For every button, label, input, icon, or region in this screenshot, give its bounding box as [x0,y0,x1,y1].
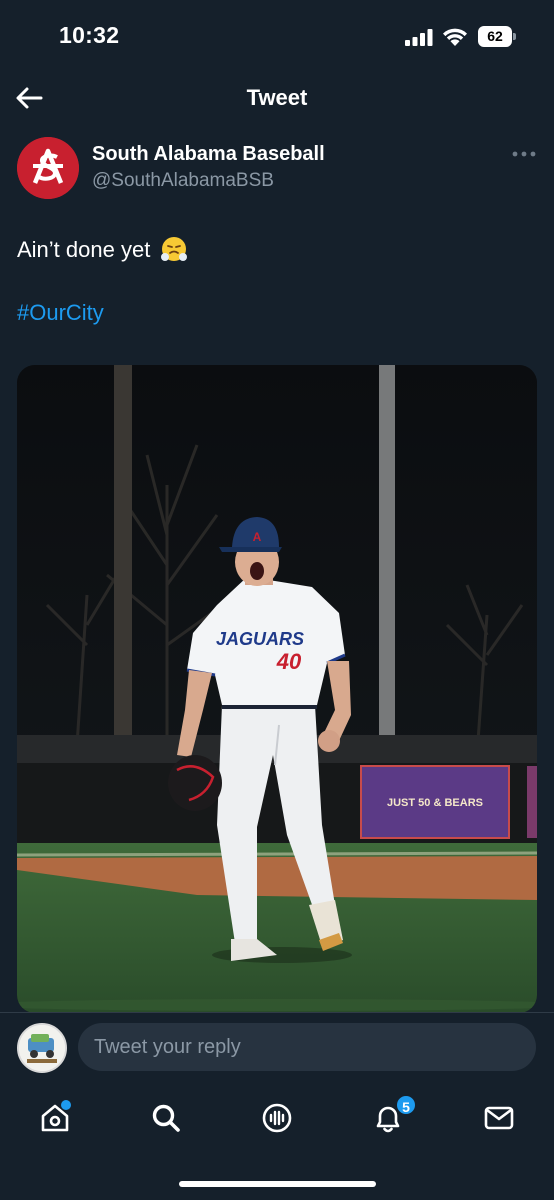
search-icon [152,1104,180,1132]
face-with-steam-icon [161,237,188,261]
hashtag-link[interactable]: #OurCity [17,300,104,326]
nav-home[interactable] [31,1096,79,1140]
battery-tip [513,33,516,40]
status-time: 10:32 [59,22,120,48]
nav-spaces[interactable] [253,1096,301,1140]
battery-indicator: 62 [478,26,516,47]
header: Tweet [0,74,554,122]
outfield-banner-text: JUST 50 & BEARS [387,797,483,809]
messages-icon [484,1106,514,1130]
battery-level: 62 [478,26,512,47]
bottom-nav: 5 [0,1084,554,1200]
more-options-icon[interactable] [510,144,538,164]
author-handle[interactable]: @SouthAlabamaBSB [92,170,274,192]
user-avatar-image [19,1025,65,1071]
user-avatar[interactable] [17,1023,67,1073]
jersey-number: 40 [276,649,302,674]
nav-messages[interactable] [475,1096,523,1140]
nav-notifications[interactable]: 5 [364,1094,417,1140]
tweet-body: Ain’t done yet [17,237,151,262]
south-alabama-logo-icon [17,137,79,199]
tweet-text: Ain’t done yet [17,233,188,267]
home-indicator [179,1181,376,1187]
status-bar: 10:32 62 [0,0,554,74]
page-title: Tweet [246,85,308,110]
svg-text:A: A [253,530,262,544]
reply-input[interactable] [78,1023,536,1071]
tweet-photo[interactable]: JUST 50 & BEARS JAGUARS 40 A [17,365,537,1013]
baseball-pitcher-photo: JUST 50 & BEARS JAGUARS 40 A [17,365,537,1013]
author-name[interactable]: South Alabama Baseball [92,143,325,166]
cellular-signal-icon [405,29,433,46]
jersey-name: JAGUARS [216,629,304,649]
wifi-icon [443,28,467,46]
nav-search[interactable] [142,1096,190,1140]
spaces-icon [262,1103,292,1133]
home-badge-dot [61,1100,71,1110]
reply-bar [0,1012,554,1084]
notification-count-badge: 5 [395,1094,417,1116]
author-avatar[interactable] [17,137,79,199]
